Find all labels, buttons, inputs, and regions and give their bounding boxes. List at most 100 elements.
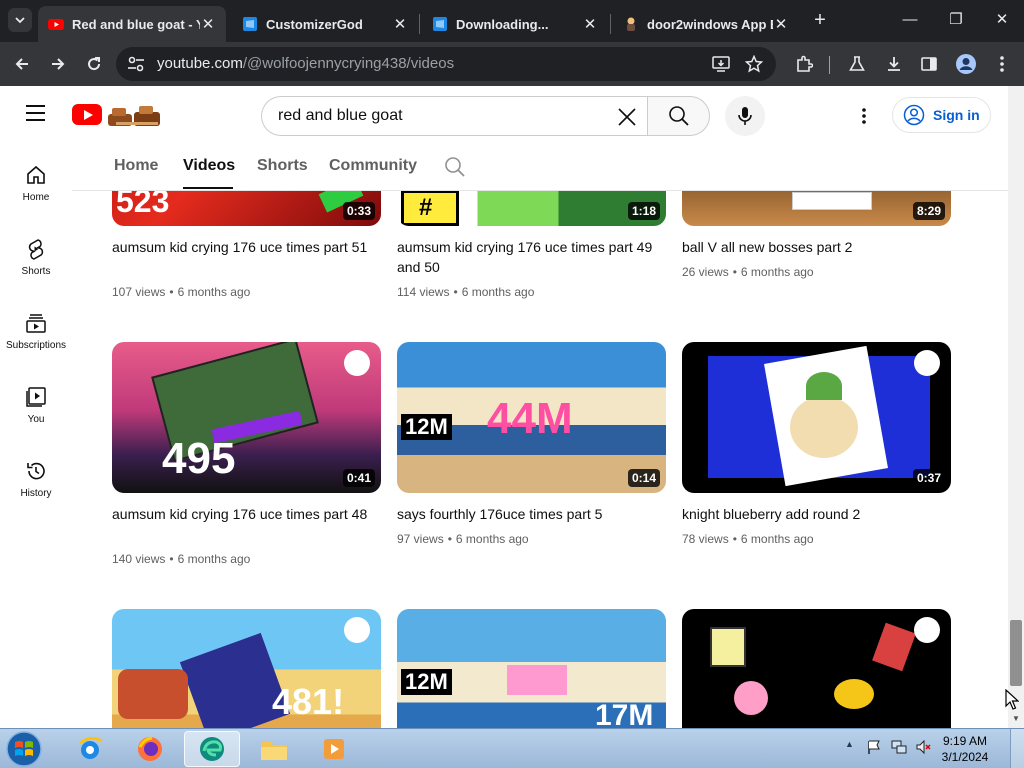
- video-card[interactable]: 12M 17M: [397, 609, 666, 728]
- video-thumbnail[interactable]: [682, 609, 951, 728]
- sign-in-button[interactable]: Sign in: [892, 97, 991, 133]
- volume-muted-icon[interactable]: [915, 739, 931, 755]
- youtube-doodle-icon[interactable]: [106, 102, 166, 128]
- guide-item-shorts[interactable]: Shorts: [0, 228, 72, 302]
- voice-search-button[interactable]: [725, 96, 765, 136]
- url-host: youtube.com: [157, 55, 243, 72]
- video-title[interactable]: aumsum kid crying 176 uce times part 49 …: [397, 237, 657, 277]
- system-clock[interactable]: 9:19 AM 3/1/2024: [934, 733, 996, 765]
- menu-button[interactable]: [26, 105, 46, 121]
- video-title[interactable]: ball V all new bosses part 2: [682, 237, 942, 257]
- close-tab-icon[interactable]: ✕: [200, 15, 216, 33]
- downloads-button[interactable]: [880, 50, 908, 78]
- video-title[interactable]: says fourthly 176uce times part 5: [397, 504, 657, 524]
- tab-search-button[interactable]: [8, 8, 32, 32]
- tab-home[interactable]: Home: [114, 157, 158, 175]
- labs-button[interactable]: [843, 50, 871, 78]
- new-tab-button[interactable]: +: [810, 9, 830, 33]
- video-title[interactable]: aumsum kid crying 176 uce times part 51: [112, 237, 372, 257]
- video-thumbnail[interactable]: 523 0:33: [112, 191, 381, 226]
- clear-search-icon[interactable]: [613, 103, 641, 131]
- search-button[interactable]: [647, 96, 710, 136]
- reload-button[interactable]: [80, 50, 108, 78]
- browser-menu-button[interactable]: [988, 50, 1016, 78]
- side-panel-button[interactable]: [915, 50, 943, 78]
- show-hidden-icons-button[interactable]: ▲: [845, 739, 861, 755]
- restore-button[interactable]: ❐: [942, 8, 970, 32]
- extensions-button[interactable]: [790, 50, 818, 78]
- settings-menu-button[interactable]: [850, 102, 878, 130]
- video-title[interactable]: aumsum kid crying 176 uce times part 48: [112, 504, 372, 524]
- video-card[interactable]: 523 0:33 aumsum kid crying 176 uce times…: [112, 191, 381, 311]
- forward-button[interactable]: [44, 50, 72, 78]
- start-button[interactable]: [4, 730, 44, 768]
- guide-item-home[interactable]: Home: [0, 154, 72, 228]
- video-thumbnail[interactable]: 495 0:41: [112, 342, 381, 493]
- tab-videos[interactable]: Videos: [183, 157, 235, 175]
- video-thumbnail[interactable]: 481!: [112, 609, 381, 728]
- taskbar-media-player[interactable]: [306, 731, 362, 767]
- video-card[interactable]: 495 0:41 aumsum kid crying 176 uce times…: [112, 342, 381, 572]
- browser-tab-youtube[interactable]: Red and blue goat - Yo ✕: [38, 6, 226, 42]
- video-thumbnail[interactable]: 12M 17M: [397, 609, 666, 728]
- show-desktop-button[interactable]: [1010, 729, 1024, 768]
- scrollbar-thumb[interactable]: [1010, 620, 1022, 686]
- video-thumbnail[interactable]: # 1:18: [397, 191, 666, 226]
- guide-item-you[interactable]: You: [0, 376, 72, 450]
- url-text: youtube.com/@wolfoojennycrying438/videos: [157, 55, 454, 72]
- video-card[interactable]: [682, 609, 951, 728]
- site-settings-icon[interactable]: [127, 56, 145, 72]
- guide-item-subscriptions[interactable]: Subscriptions: [0, 302, 72, 376]
- thumbnail-graphic: [710, 627, 746, 667]
- video-metadata: 107 views • 6 months ago: [112, 285, 250, 299]
- search-icon[interactable]: [444, 156, 466, 178]
- search-input[interactable]: red and blue goat: [278, 107, 403, 125]
- subscriptions-icon: [26, 314, 46, 333]
- taskbar-firefox[interactable]: [122, 731, 178, 767]
- tab-shorts[interactable]: Shorts: [257, 157, 308, 175]
- close-tab-icon[interactable]: ✕: [582, 15, 598, 33]
- close-tab-icon[interactable]: ✕: [773, 15, 789, 33]
- close-tab-icon[interactable]: ✕: [392, 15, 408, 33]
- thumbnail-graphic: [806, 372, 842, 400]
- video-duration: 0:41: [342, 469, 375, 487]
- flag-icon[interactable]: [866, 739, 882, 755]
- tab-community[interactable]: Community: [329, 157, 417, 175]
- profile-button[interactable]: [952, 50, 980, 78]
- scroll-down-arrow-icon[interactable]: ▼: [1008, 712, 1024, 726]
- puzzle-icon: [797, 55, 813, 72]
- address-bar[interactable]: youtube.com/@wolfoojennycrying438/videos: [116, 47, 776, 81]
- back-button[interactable]: [8, 50, 36, 78]
- edge-icon: [200, 737, 224, 761]
- youtube-logo[interactable]: [72, 104, 102, 125]
- guide-label: History: [20, 488, 52, 499]
- upload-age: 6 months ago: [740, 265, 814, 279]
- video-title[interactable]: knight blueberry add round 2: [682, 504, 942, 524]
- browser-tab-customizergod[interactable]: CustomizerGod ✕: [232, 6, 418, 42]
- video-card[interactable]: 481!: [112, 609, 381, 728]
- video-thumbnail[interactable]: 8:29: [682, 191, 951, 226]
- thumbnail-text: 481!: [272, 681, 345, 722]
- clock-date: 3/1/2024: [941, 750, 989, 764]
- taskbar-file-explorer[interactable]: [246, 731, 302, 767]
- video-duration: 0:37: [912, 469, 945, 487]
- taskbar-edge[interactable]: [184, 731, 240, 767]
- taskbar-internet-explorer[interactable]: [62, 731, 118, 767]
- video-card[interactable]: 0:37 knight blueberry add round 2 78 vie…: [682, 342, 951, 572]
- browser-tab-strip: Red and blue goat - Yo ✕ CustomizerGod ✕…: [0, 0, 1024, 42]
- minimize-button[interactable]: —: [896, 8, 924, 32]
- browser-tab-door2windows[interactable]: door2windows App Bu ✕: [613, 6, 799, 42]
- close-window-button[interactable]: ✕: [988, 8, 1016, 32]
- network-icon[interactable]: [891, 739, 907, 755]
- star-icon[interactable]: [745, 55, 763, 73]
- video-card[interactable]: # 1:18 aumsum kid crying 176 uce times p…: [397, 191, 666, 311]
- video-thumbnail[interactable]: 0:37: [682, 342, 951, 493]
- thumbnail-graphic: [792, 192, 872, 210]
- install-app-icon[interactable]: [712, 56, 730, 72]
- browser-tab-downloading[interactable]: Downloading... ✕: [422, 6, 608, 42]
- video-card[interactable]: 8:29 ball V all new bosses part 2 26 vie…: [682, 191, 951, 311]
- guide-item-history[interactable]: History: [0, 450, 72, 524]
- video-card[interactable]: 12M 44M 0:14 says fourthly 176uce times …: [397, 342, 666, 572]
- video-thumbnail[interactable]: 12M 44M 0:14: [397, 342, 666, 493]
- search-box[interactable]: red and blue goat: [261, 96, 647, 136]
